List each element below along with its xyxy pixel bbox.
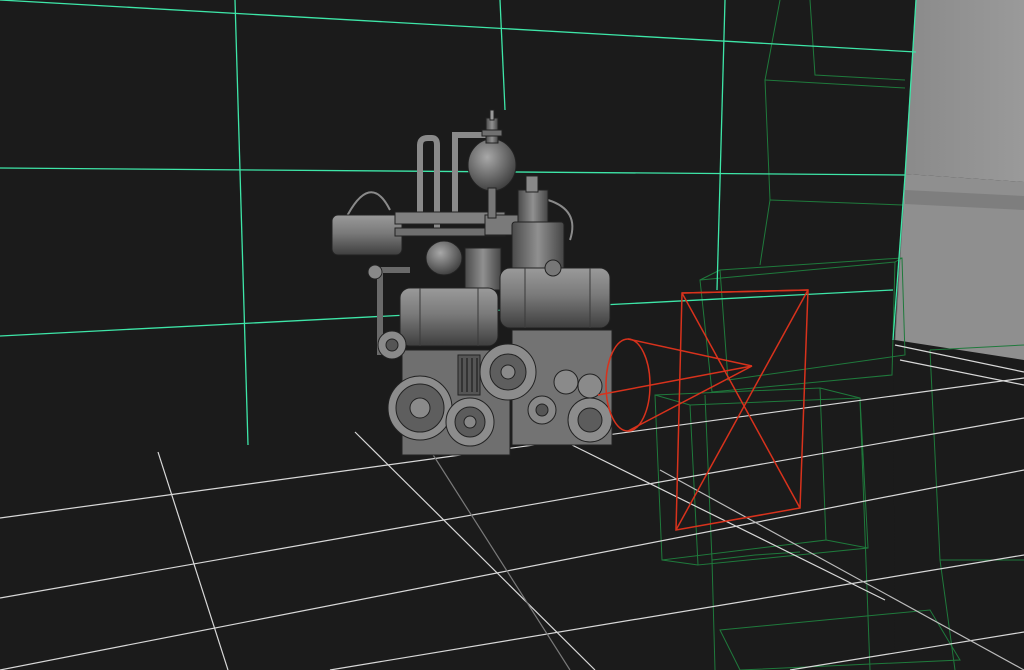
3d-viewport[interactable] <box>0 0 1024 670</box>
side-wall[interactable] <box>893 0 1024 670</box>
